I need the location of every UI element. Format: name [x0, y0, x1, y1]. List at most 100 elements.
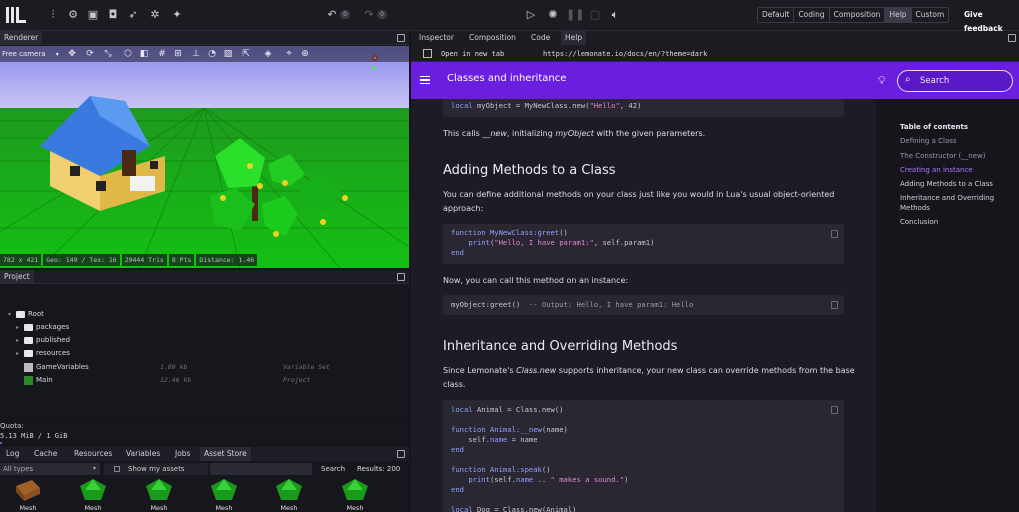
- tab-renderer[interactable]: Renderer: [0, 31, 43, 45]
- tab-cache[interactable]: Cache: [30, 447, 61, 461]
- camera-select[interactable]: Free camera ▾: [2, 48, 59, 60]
- light-icon[interactable]: ◔: [206, 48, 218, 60]
- pause-icon[interactable]: ❚❚: [566, 8, 584, 22]
- toc-link[interactable]: The Constructor (__new): [900, 152, 985, 161]
- asset-card[interactable]: Mesh: [141, 478, 177, 512]
- maximize-icon[interactable]: [397, 273, 405, 281]
- globe-icon[interactable]: ⊕: [299, 48, 311, 60]
- grid-icon[interactable]: #: [156, 48, 168, 60]
- play-icon[interactable]: ▷: [524, 8, 538, 22]
- tree-item-main[interactable]: Main: [24, 374, 53, 386]
- open-external-icon[interactable]: [423, 49, 432, 58]
- mode-custom[interactable]: Custom: [912, 8, 949, 22]
- maximize-icon[interactable]: [397, 450, 405, 458]
- docs-search-input[interactable]: ⌕ Search: [897, 70, 1013, 92]
- asset-card[interactable]: Mesh: [337, 478, 373, 512]
- asset-search-input[interactable]: [210, 463, 312, 475]
- folder-icon: [24, 336, 33, 344]
- toc-link[interactable]: Inheritance and Overriding: [900, 194, 994, 203]
- copy-icon[interactable]: [831, 406, 838, 414]
- undo-icon[interactable]: ↶: [325, 8, 339, 22]
- cube-icon[interactable]: ⬡: [122, 48, 134, 60]
- new-file-icon[interactable]: ▣: [86, 8, 100, 22]
- tree-item-resources[interactable]: ▸ resources: [16, 347, 70, 359]
- tree-item-gamevariables[interactable]: GameVariables: [24, 361, 89, 373]
- magic-wand-icon[interactable]: ✦: [170, 8, 184, 22]
- toc-link[interactable]: Conclusion: [900, 218, 938, 227]
- paragraph: class.: [443, 380, 466, 389]
- tab-jobs[interactable]: Jobs: [171, 447, 194, 461]
- tab-project[interactable]: Project: [0, 270, 34, 284]
- menu-icon[interactable]: [420, 76, 430, 84]
- grid-snap-icon[interactable]: ⊞: [172, 48, 184, 60]
- move-icon[interactable]: ✥: [66, 48, 78, 60]
- rocket-icon[interactable]: ➶: [126, 8, 140, 22]
- type-filter-select[interactable]: All types ▾: [0, 463, 100, 475]
- toc-link-active[interactable]: Creating an instance: [900, 166, 973, 175]
- tab-composition[interactable]: Composition: [465, 31, 520, 45]
- stop-icon[interactable]: ▢: [588, 8, 602, 22]
- asset-card[interactable]: Mesh: [10, 478, 46, 512]
- code-block: local myObject = MyNewClass.new("Hello",…: [443, 99, 844, 117]
- lemonate-logo[interactable]: [4, 5, 28, 25]
- target-icon[interactable]: ⌖: [283, 48, 295, 60]
- tab-asset-store[interactable]: Asset Store: [200, 447, 251, 461]
- open-in-new-tab-link[interactable]: Open in new tab: [441, 48, 504, 60]
- settings-icon[interactable]: ✲: [148, 8, 162, 22]
- folder-icon: [24, 349, 33, 357]
- tree-item-packages[interactable]: ▸ packages: [16, 321, 69, 333]
- code-block: myObject:greet() -- Output: Hello, I hav…: [443, 295, 844, 315]
- file-size: 12.46 kb: [160, 376, 192, 384]
- 3d-viewport[interactable]: [0, 46, 409, 268]
- theme-toggle-icon[interactable]: 💡︎: [878, 74, 886, 88]
- tab-log[interactable]: Log: [2, 447, 23, 461]
- tab-variables[interactable]: Variables: [122, 447, 164, 461]
- toc-link[interactable]: Adding Methods to a Class: [900, 180, 993, 189]
- maximize-icon[interactable]: [397, 34, 405, 42]
- snap-icon[interactable]: ◧: [138, 48, 150, 60]
- axis-icon[interactable]: ⊥: [190, 48, 202, 60]
- mode-default[interactable]: Default: [758, 8, 795, 22]
- geo-tex-readout: Geo: 149 / Tex: 16: [43, 254, 120, 266]
- sliders-icon[interactable]: ⫶: [46, 8, 60, 22]
- mode-coding[interactable]: Coding: [794, 8, 830, 22]
- copy-icon[interactable]: [831, 301, 838, 309]
- asset-filter-bar: All types ▾ Show my assets Search Result…: [0, 462, 409, 476]
- mode-composition[interactable]: Composition: [830, 8, 886, 22]
- copy-icon[interactable]: [831, 230, 838, 238]
- chevron-down-icon: ▾: [8, 311, 12, 318]
- volume-icon[interactable]: 🔈︎: [608, 8, 622, 22]
- file-type: Project: [283, 376, 311, 384]
- chevron-down-icon: ▾: [92, 465, 96, 472]
- scale-icon[interactable]: ⤡: [102, 48, 114, 60]
- maximize-icon[interactable]: [1008, 34, 1016, 42]
- camera-icon[interactable]: ◘: [106, 8, 120, 22]
- tree-root[interactable]: ▾ Root: [8, 308, 44, 320]
- tab-resources[interactable]: Resources: [70, 447, 116, 461]
- layers-icon[interactable]: ◈: [262, 48, 274, 60]
- asset-card[interactable]: Mesh: [75, 478, 111, 512]
- asset-card[interactable]: Mesh: [206, 478, 242, 512]
- tree-item-published[interactable]: ▸ published: [16, 334, 70, 346]
- toc-link[interactable]: Defining a Class: [900, 137, 957, 146]
- bug-icon[interactable]: ✺: [546, 8, 560, 22]
- redo-icon[interactable]: ↷: [362, 8, 376, 22]
- give-feedback-button[interactable]: Give feedback: [960, 8, 1019, 33]
- redo-count: 0: [377, 10, 387, 19]
- mode-help[interactable]: Help: [885, 8, 912, 22]
- search-button[interactable]: Search: [321, 463, 345, 475]
- tune-icon[interactable]: ⚙: [66, 8, 80, 22]
- tab-inspector[interactable]: Inspector: [415, 31, 458, 45]
- asset-card[interactable]: Mesh: [271, 478, 307, 512]
- tab-help[interactable]: Help: [561, 31, 587, 45]
- show-my-assets-checkbox[interactable]: Show my assets: [104, 463, 208, 475]
- tab-code[interactable]: Code: [527, 31, 554, 45]
- export-icon[interactable]: ⇱: [240, 48, 252, 60]
- paragraph: approach:: [443, 204, 484, 213]
- asset-grid: Mesh Mesh Mesh Mesh Mesh Mesh: [0, 476, 409, 512]
- rotate-icon[interactable]: ⟳: [84, 48, 96, 60]
- mesh-thumbnail: [80, 479, 106, 500]
- toc-link[interactable]: Methods: [900, 204, 930, 213]
- mesh-thumbnail: [342, 479, 368, 500]
- image-icon[interactable]: ▨: [222, 48, 234, 60]
